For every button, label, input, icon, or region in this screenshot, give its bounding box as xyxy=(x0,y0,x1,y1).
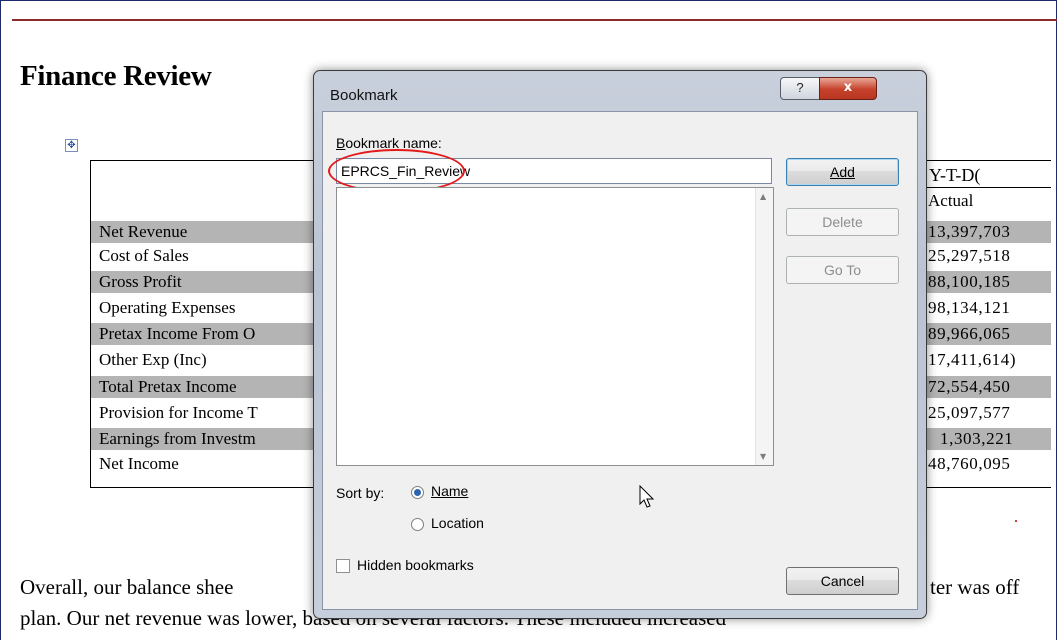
sort-location-label[interactable]: Location xyxy=(431,515,484,531)
sort-location-radio[interactable] xyxy=(411,518,424,531)
bookmark-list[interactable]: ▲ ▼ xyxy=(336,187,774,508)
add-button-label: Add xyxy=(830,164,855,180)
sort-name-text: Name xyxy=(431,483,469,499)
scroll-down-icon[interactable]: ▼ xyxy=(760,452,766,461)
row-value: 25,297,518 xyxy=(928,246,1011,265)
row-value: 48,760,095 xyxy=(928,454,1011,473)
row-label: Net Income xyxy=(99,454,179,473)
row-value: 98,134,121 xyxy=(928,298,1011,317)
row-value: 13,397,703 xyxy=(928,222,1011,241)
table-move-handle-icon[interactable]: ✥ xyxy=(65,139,78,152)
sort-by-label: Sort by: xyxy=(336,485,385,501)
column-header-ytd: Y-T-D( xyxy=(929,165,981,185)
row-value: 72,554,450 xyxy=(928,377,1011,396)
close-button[interactable]: x xyxy=(819,77,877,100)
add-button[interactable]: Add xyxy=(786,158,899,186)
row-label: Total Pretax Income xyxy=(99,377,237,396)
row-value: 88,100,185 xyxy=(928,272,1011,291)
column-header-rule xyxy=(918,187,1051,188)
column-header-actual: Actual xyxy=(928,191,974,210)
row-label: Net Revenue xyxy=(99,222,188,241)
row-value: 25,097,577 xyxy=(928,403,1011,422)
mouse-pointer-icon xyxy=(639,485,655,508)
hidden-bookmarks-label[interactable]: Hidden bookmarks xyxy=(357,557,474,573)
goto-button[interactable]: Go To xyxy=(786,256,899,284)
row-label: Provision for Income T xyxy=(99,403,258,422)
body-paragraph-line-1: Overall, our balance shee xyxy=(20,575,234,599)
help-button[interactable]: ? xyxy=(780,77,820,100)
sort-name-label[interactable]: Name xyxy=(431,483,468,499)
row-value: 89,966,065 xyxy=(928,324,1011,343)
hidden-bookmarks-checkbox[interactable] xyxy=(336,559,350,573)
dialog-body: Bookmark name: ▲ ▼ Add Delete Go To Sort… xyxy=(322,111,918,610)
body-paragraph-line-1-end: ter was off xyxy=(930,575,1020,599)
bookmark-dialog: Bookmark ? x Bookmark name: ▲ ▼ Add Dele… xyxy=(313,70,927,619)
row-value: 1,303,221 xyxy=(940,429,1014,448)
row-label: Other Exp (Inc) xyxy=(99,350,207,369)
scroll-up-icon[interactable]: ▲ xyxy=(760,192,766,201)
delete-button[interactable]: Delete xyxy=(786,208,899,236)
document-title: Finance Review xyxy=(20,60,212,92)
stray-mark xyxy=(1015,520,1017,522)
list-scrollbar[interactable]: ▲ ▼ xyxy=(755,188,773,465)
row-label: Cost of Sales xyxy=(99,246,189,265)
cancel-button[interactable]: Cancel xyxy=(786,567,899,595)
row-value: 17,411,614) xyxy=(928,350,1017,369)
close-icon: x xyxy=(843,80,853,95)
row-label: Gross Profit xyxy=(99,272,182,291)
dialog-title: Bookmark xyxy=(330,87,398,104)
sort-name-radio[interactable] xyxy=(411,486,424,499)
row-label: Earnings from Investm xyxy=(99,429,256,448)
row-label: Pretax Income From O xyxy=(99,324,256,343)
header-rule xyxy=(12,19,1057,21)
row-label: Operating Expenses xyxy=(99,298,236,317)
